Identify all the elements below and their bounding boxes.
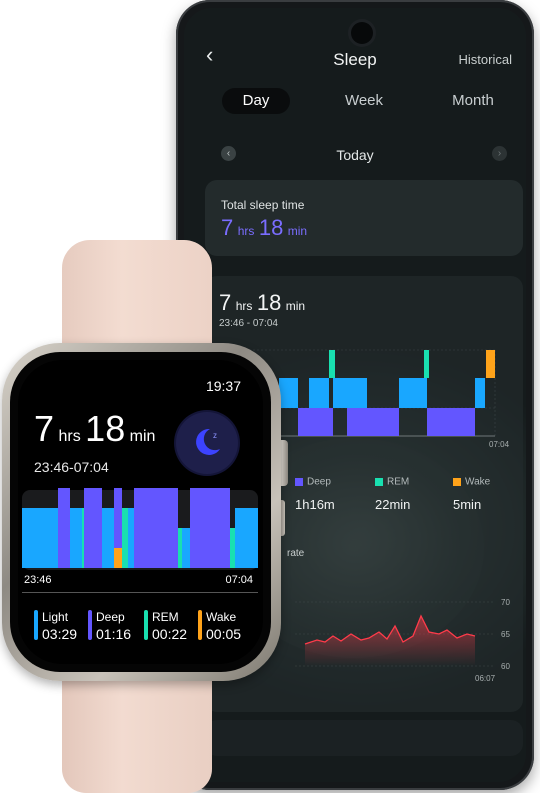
detail-minutes: 18 bbox=[256, 290, 282, 315]
heart-rate-label: rate bbox=[287, 548, 305, 559]
watch-stat-deep-value: 01:16 bbox=[96, 626, 132, 642]
watch-minutes: 18 bbox=[85, 408, 126, 449]
stat-wake: Wake 5min bbox=[453, 473, 490, 512]
watch-stat-wake-label: Wake bbox=[206, 610, 237, 624]
watch-screen: 19:37 7 hrs 18 min 23:46-07:04 z 23:46 0… bbox=[18, 360, 263, 664]
total-sleep-minutes-unit: min bbox=[287, 224, 308, 238]
date-label: Today bbox=[336, 147, 374, 163]
stat-wake-value: 5min bbox=[453, 497, 482, 512]
total-sleep-hours: 7 bbox=[221, 215, 234, 240]
watch-sleep-duration: 7 hrs 18 min bbox=[34, 408, 155, 450]
rem-color-swatch bbox=[375, 477, 383, 486]
watch-stat-light-label: Light bbox=[42, 610, 69, 624]
total-sleep-value: 7 hrs 18 min bbox=[221, 215, 307, 241]
moon-badge: z bbox=[213, 431, 217, 440]
watch-stat-rem-label: REM bbox=[152, 610, 179, 624]
tab-day[interactable]: Day bbox=[222, 88, 290, 114]
light-color-bar bbox=[34, 610, 38, 640]
wake-color-swatch bbox=[453, 477, 461, 486]
heart-rate-chart bbox=[295, 601, 495, 667]
total-sleep-hours-unit: hrs bbox=[237, 224, 255, 238]
watch-divider bbox=[22, 592, 258, 593]
total-sleep-minutes: 18 bbox=[258, 215, 284, 240]
watch-stat-light-value: 03:29 bbox=[42, 626, 78, 642]
watch-stat-rem-value: 00:22 bbox=[152, 626, 188, 642]
next-day-icon[interactable]: › bbox=[492, 146, 507, 161]
stat-rem: REM 22min bbox=[375, 473, 410, 512]
stat-deep-label: Deep bbox=[307, 476, 331, 488]
detail-hours: 7 bbox=[219, 290, 232, 315]
total-sleep-label: Total sleep time bbox=[221, 198, 305, 212]
tab-month[interactable]: Month bbox=[439, 88, 507, 114]
watch-minutes-unit: min bbox=[129, 428, 156, 445]
total-sleep-card[interactable]: Total sleep time 7 hrs 18 min bbox=[205, 180, 523, 256]
moon-sleep-icon: z bbox=[176, 412, 238, 474]
tab-week[interactable]: Week bbox=[334, 88, 394, 114]
stat-wake-label: Wake bbox=[465, 476, 491, 488]
watch-strap-top bbox=[62, 240, 212, 360]
detail-minutes-unit: min bbox=[285, 299, 306, 313]
watch-hours: 7 bbox=[34, 408, 55, 449]
watch-time: 19:37 bbox=[205, 378, 241, 394]
deep-color-bar bbox=[88, 610, 92, 640]
watch-stat-deep-label: Deep bbox=[96, 610, 125, 624]
bottom-card bbox=[205, 720, 523, 756]
rem-color-bar bbox=[144, 610, 148, 640]
hypnogram-end-time: 07:04 bbox=[489, 440, 510, 449]
stat-deep: Deep 1h16m bbox=[295, 473, 335, 512]
watch-end-time: 07:04 bbox=[225, 574, 253, 586]
stat-deep-value: 1h16m bbox=[295, 497, 335, 512]
watch-time-range: 23:46-07:04 bbox=[34, 459, 109, 475]
historical-link[interactable]: Historical bbox=[459, 52, 512, 67]
watch-stat-wake-value: 00:05 bbox=[206, 626, 242, 642]
watch-hypnogram-chart bbox=[22, 488, 258, 568]
front-camera bbox=[351, 22, 373, 44]
moon-icon-graphic: z bbox=[196, 428, 220, 455]
detail-hours-unit: hrs bbox=[235, 299, 253, 313]
stat-rem-label: REM bbox=[387, 476, 410, 488]
wake-color-bar bbox=[198, 610, 202, 640]
deep-color-swatch bbox=[295, 477, 303, 486]
watch-hours-unit: hrs bbox=[58, 428, 81, 445]
detail-duration: 7 hrs 18 min bbox=[219, 290, 305, 316]
detail-time-range: 23:46 - 07:04 bbox=[219, 318, 278, 329]
stat-rem-value: 22min bbox=[375, 497, 411, 512]
heart-rate-end-time: 06:07 bbox=[475, 674, 496, 683]
watch-start-time: 23:46 bbox=[24, 574, 52, 586]
